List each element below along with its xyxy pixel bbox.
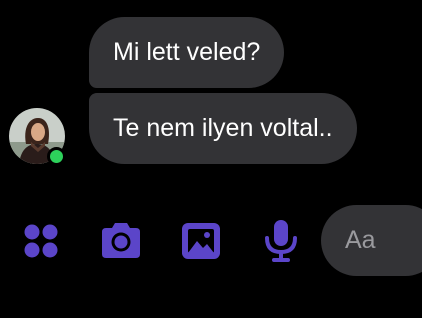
- message-text: Mi lett veled?: [113, 38, 261, 66]
- online-status-dot: [47, 147, 66, 166]
- message-bubble[interactable]: Mi lett veled?: [89, 17, 285, 88]
- apps-grid-icon[interactable]: [18, 218, 64, 264]
- message-bubble[interactable]: Te nem ilyen voltal..: [89, 93, 357, 164]
- message-text: Te nem ilyen voltal..: [113, 114, 333, 142]
- microphone-icon[interactable]: [258, 218, 304, 264]
- message-composer[interactable]: [321, 205, 422, 276]
- gallery-icon[interactable]: [178, 218, 224, 264]
- message-input[interactable]: [345, 226, 422, 255]
- camera-icon[interactable]: [98, 218, 144, 264]
